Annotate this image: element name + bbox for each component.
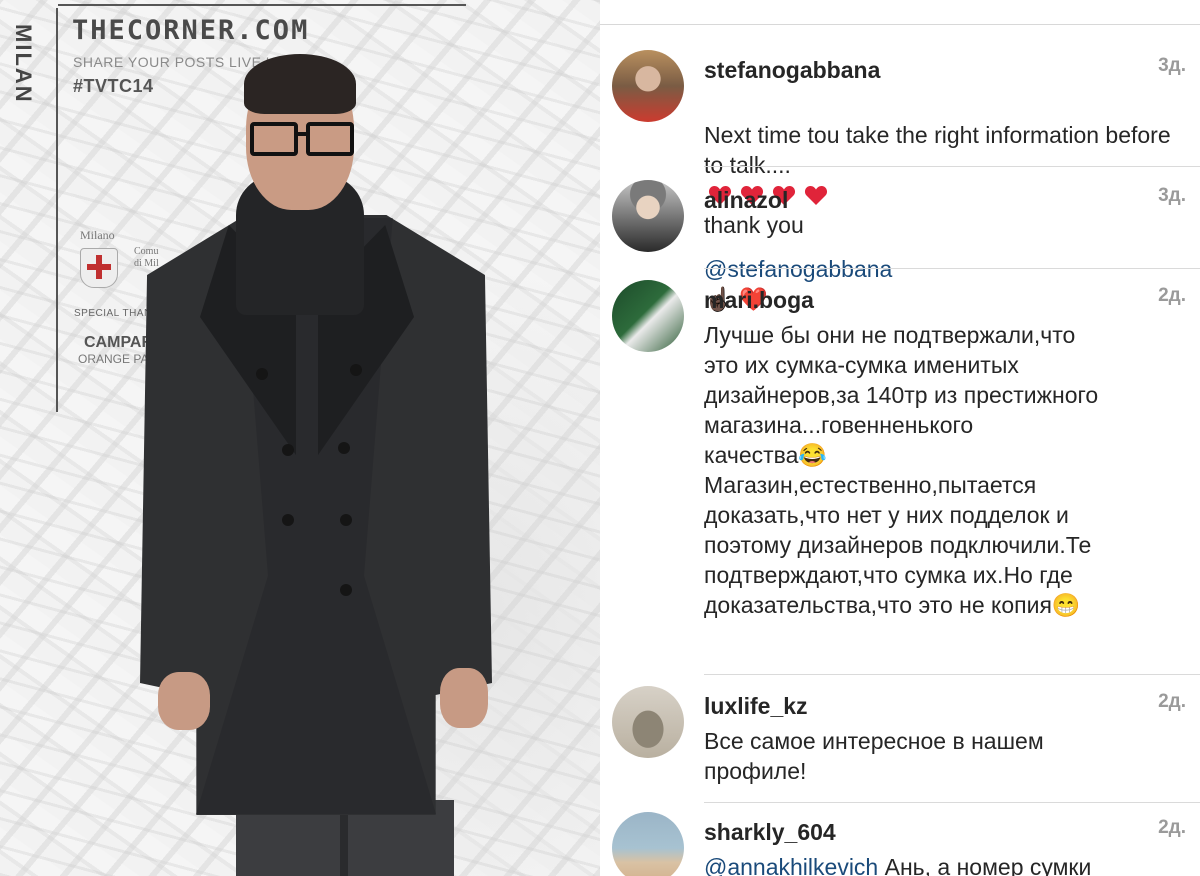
coat-button xyxy=(338,442,350,454)
comments-panel: stefanogabbana 3д. Next time tou take th… xyxy=(600,0,1200,876)
comment-text: Next time tou take the right information… xyxy=(704,90,1190,240)
heart-icon xyxy=(804,185,828,205)
sponsor-name: CAMPAR xyxy=(84,334,154,351)
person-hair xyxy=(244,54,356,114)
milano-label: Milano xyxy=(80,228,115,242)
comment-time: 3д. xyxy=(1158,185,1186,206)
coat-button xyxy=(340,584,352,596)
comment-text: Лучше бы они не подтвержали,что это их с… xyxy=(704,322,1099,618)
glasses-left-lens xyxy=(250,122,298,156)
person-left-hand xyxy=(158,672,210,730)
comment-username[interactable]: alinazol xyxy=(704,186,788,214)
backdrop-top-rule xyxy=(58,4,466,6)
coat-button xyxy=(282,444,294,456)
coat-button xyxy=(340,514,352,526)
avatar[interactable] xyxy=(612,686,684,758)
comment-time: 3д. xyxy=(1158,55,1186,76)
comment-divider xyxy=(704,674,1200,675)
glasses-bridge xyxy=(296,132,308,136)
person-right-hand xyxy=(440,668,488,728)
mention-link[interactable]: @annakhilkevich xyxy=(704,854,878,876)
avatar[interactable] xyxy=(612,812,684,876)
comune-label: Comu di Mil xyxy=(134,246,159,269)
comment-divider xyxy=(704,802,1200,803)
city-label: MILAN xyxy=(11,24,36,104)
comment-time: 2д. xyxy=(1158,691,1186,712)
coat-button xyxy=(282,514,294,526)
event-photo: MILAN THECORNER.COM SHARE YOUR POSTS LIV… xyxy=(0,0,600,876)
comment-time: 2д. xyxy=(1158,817,1186,838)
coat-button xyxy=(256,368,268,380)
avatar[interactable] xyxy=(612,50,684,122)
mention-link[interactable]: @stefanogabbana xyxy=(704,256,892,282)
comment-divider xyxy=(704,268,1200,269)
comment-username[interactable]: luxlife_kz xyxy=(704,692,808,720)
event-hashtag: #TVTC14 xyxy=(73,76,154,96)
comment-username[interactable]: stefanogabbana xyxy=(704,56,880,84)
glasses-right-lens xyxy=(306,122,354,156)
comment-time: 2д. xyxy=(1158,285,1186,306)
comment-text: @annakhilkevich Ань, а номер сумки xyxy=(704,852,1184,876)
comment-username[interactable]: sharkly_604 xyxy=(704,818,836,846)
brand-logo-text: THECORNER.COM xyxy=(72,15,310,46)
comment-username[interactable]: mari.boga xyxy=(704,286,814,314)
comment-text-body: Ань, а номер сумки xyxy=(878,854,1092,876)
comment-text-body: Next time tou take the right information… xyxy=(704,122,1171,178)
comment-divider xyxy=(704,166,1200,167)
backdrop-left-rule xyxy=(56,8,58,412)
milano-crest-icon xyxy=(80,248,118,288)
coat-button xyxy=(350,364,362,376)
avatar[interactable] xyxy=(612,280,684,352)
comment-text: Все самое интересное в нашем профиле! xyxy=(704,728,1044,784)
header-divider xyxy=(600,24,1200,25)
avatar[interactable] xyxy=(612,180,684,252)
